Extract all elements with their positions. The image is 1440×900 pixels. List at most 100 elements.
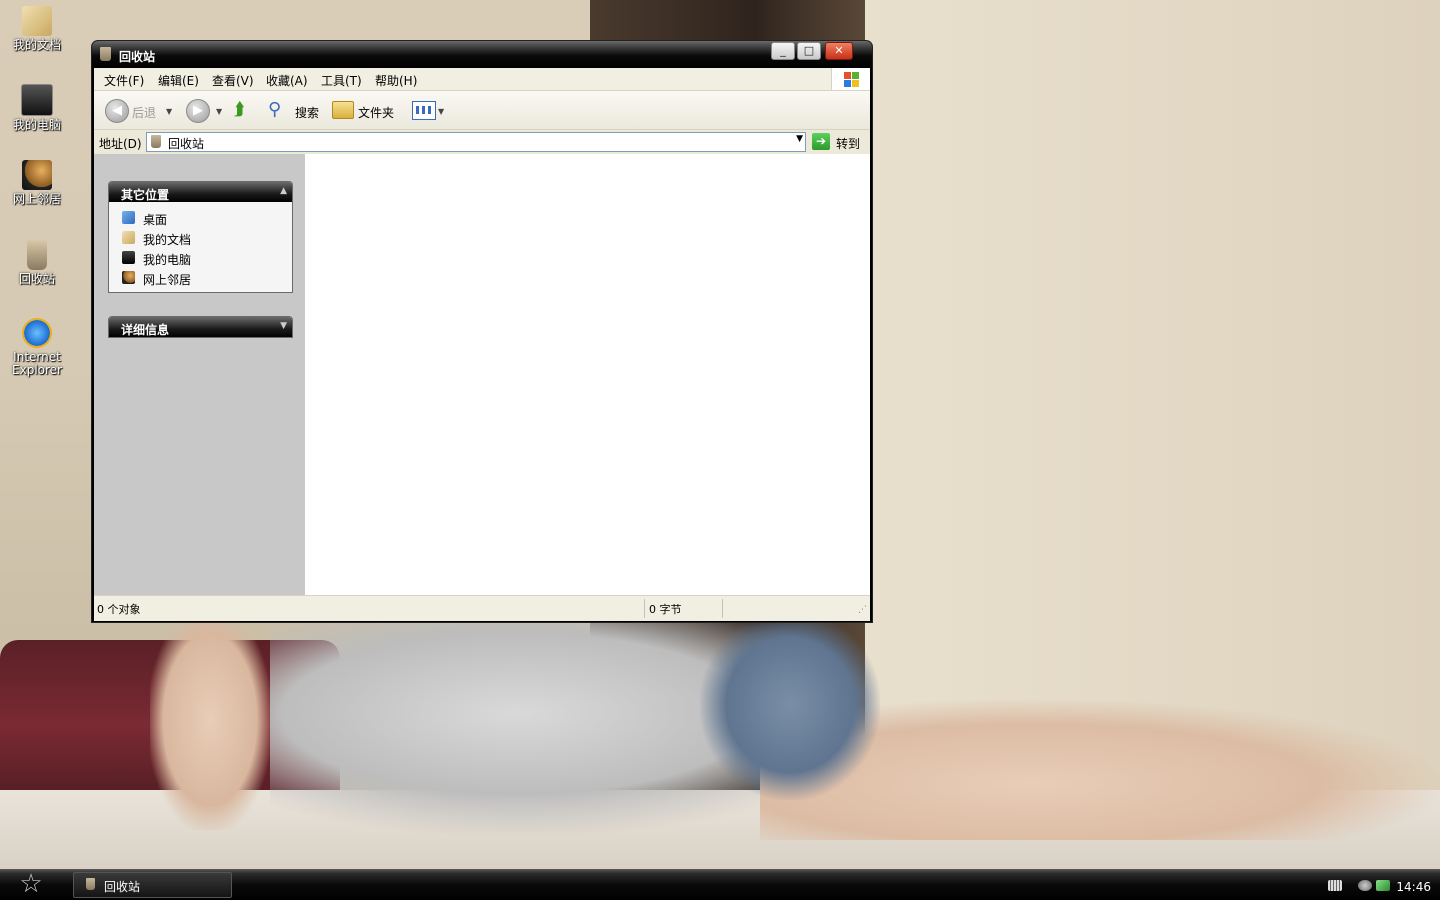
taskbar-button-recycle-bin[interactable]: 回收站 <box>73 872 232 898</box>
back-button[interactable]: ◀ <box>105 99 129 123</box>
desktop-icon-label: 回收站 <box>18 272 55 286</box>
link-my-computer[interactable]: 我的电脑 <box>109 248 292 268</box>
other-places-header[interactable]: 其它位置 ▲ <box>109 182 292 202</box>
recycle-bin-icon <box>27 240 47 270</box>
folder-icon <box>22 6 52 36</box>
desktop-icon-internet-explorer[interactable]: Internet Explorer <box>4 318 70 377</box>
recycle-bin-icon <box>100 47 111 61</box>
desktop-icon-label: 网上邻居 <box>12 192 61 206</box>
recycle-bin-icon <box>151 135 161 148</box>
menu-favorites[interactable]: 收藏(A) <box>266 72 308 89</box>
status-divider <box>722 599 723 618</box>
views-dropdown-icon[interactable]: ▼ <box>438 107 444 116</box>
wallpaper-wall <box>865 0 1440 900</box>
details-panel: 详细信息 ▼ <box>108 316 293 338</box>
chevron-up-icon[interactable]: ▲ <box>280 186 287 196</box>
up-folder-icon[interactable]: ⮭ <box>234 100 254 120</box>
taskbar: ☆ 回收站 14:46 <box>0 869 1440 900</box>
menu-view[interactable]: 查看(V) <box>212 72 254 89</box>
status-divider <box>644 599 645 618</box>
link-label: 网上邻居 <box>143 273 192 287</box>
wallpaper-jeans <box>700 610 880 800</box>
status-size: 0 字节 <box>649 603 682 616</box>
computer-icon <box>21 84 53 116</box>
wallpaper-leg <box>760 700 1440 840</box>
folders-icon <box>332 101 354 119</box>
title-bar[interactable]: 回收站 _ □ ✕ <box>92 41 872 68</box>
desktop-icon-network[interactable]: 网上邻居 <box>4 160 70 206</box>
network-icon <box>122 271 135 284</box>
desktop-icon-recycle-bin[interactable]: 回收站 <box>4 240 70 286</box>
close-button[interactable]: ✕ <box>825 42 853 60</box>
computer-icon <box>122 251 135 264</box>
windows-logo-icon <box>831 68 870 90</box>
desktop-icon-my-computer[interactable]: 我的电脑 <box>4 84 70 132</box>
details-header[interactable]: 详细信息 ▼ <box>109 317 292 337</box>
network-status-icon[interactable] <box>1376 880 1390 891</box>
folders-button[interactable]: 文件夹 <box>358 104 394 121</box>
chevron-down-icon[interactable]: ▼ <box>796 134 803 144</box>
recycle-bin-window: 回收站 _ □ ✕ 文件(F) 编辑(E) 查看(V) 收藏(A) 工具(T) … <box>92 41 872 622</box>
address-label: 地址(D) <box>99 137 142 151</box>
forward-dropdown-icon[interactable]: ▼ <box>216 107 222 116</box>
desktop-icon-label: 我的电脑 <box>12 118 61 132</box>
clock[interactable]: 14:46 <box>1396 880 1431 894</box>
chevron-down-icon[interactable]: ▼ <box>280 321 287 331</box>
keyboard-icon[interactable] <box>1328 880 1342 891</box>
link-my-documents[interactable]: 我的文档 <box>109 228 292 248</box>
address-value: 回收站 <box>168 137 205 151</box>
volume-icon[interactable] <box>1358 880 1372 891</box>
arrow-left-icon: ◀ <box>112 103 122 118</box>
start-button[interactable]: ☆ <box>14 869 48 899</box>
address-input[interactable]: 回收站 ▼ <box>146 132 806 152</box>
minimize-button[interactable]: _ <box>771 42 795 60</box>
taskbar-button-label: 回收站 <box>104 880 141 894</box>
back-label: 后退 <box>132 106 157 120</box>
search-icon[interactable]: ⚲ <box>268 99 290 121</box>
wallpaper-shirt <box>270 610 890 840</box>
address-bar: 地址(D) 回收站 ▼ ➔ 转到 <box>94 130 870 155</box>
go-arrow-icon[interactable]: ➔ <box>812 133 830 150</box>
star-icon: ☆ <box>19 869 43 899</box>
system-tray: 14:46 <box>1320 872 1440 898</box>
wallpaper-headboard <box>0 640 340 810</box>
status-bar: 0 个对象 0 字节 ⋰ <box>94 595 870 621</box>
resize-grip-icon[interactable]: ⋰ <box>858 605 867 615</box>
menu-help[interactable]: 帮助(H) <box>375 72 417 89</box>
search-button[interactable]: 搜索 <box>295 104 319 121</box>
link-desktop[interactable]: 桌面 <box>109 208 292 228</box>
other-places-title: 其它位置 <box>121 188 170 202</box>
other-places-list: 桌面 我的文档 我的电脑 网上邻居 <box>109 202 292 292</box>
arrow-right-icon: ▶ <box>193 103 203 118</box>
desktop-icon-label: 我的文档 <box>12 38 61 52</box>
menu-file[interactable]: 文件(F) <box>104 72 144 89</box>
other-places-panel: 其它位置 ▲ 桌面 我的文档 我的电脑 网上邻居 <box>108 181 293 293</box>
link-label: 桌面 <box>143 213 168 227</box>
forward-button[interactable]: ▶ <box>186 99 210 123</box>
window-frame: 文件(F) 编辑(E) 查看(V) 收藏(A) 工具(T) 帮助(H) ◀ 后退… <box>94 68 870 621</box>
wallpaper-bed <box>0 790 1440 875</box>
wallpaper-arm <box>150 610 270 830</box>
ie-icon <box>22 318 52 348</box>
network-icon <box>22 160 52 190</box>
desktop-icon-my-documents[interactable]: 我的文档 <box>4 6 70 52</box>
folder-icon <box>122 231 135 244</box>
menu-bar: 文件(F) 编辑(E) 查看(V) 收藏(A) 工具(T) 帮助(H) <box>94 68 870 91</box>
back-dropdown-icon[interactable]: ▼ <box>166 107 172 116</box>
link-label: 我的电脑 <box>143 253 192 267</box>
status-object-count: 0 个对象 <box>97 603 141 616</box>
maximize-button[interactable]: □ <box>797 42 821 60</box>
recycle-bin-icon <box>86 878 95 890</box>
task-pane: 其它位置 ▲ 桌面 我的文档 我的电脑 网上邻居 详细信息 ▼ <box>94 154 305 595</box>
menu-edit[interactable]: 编辑(E) <box>158 72 199 89</box>
desktop-icon <box>122 211 135 224</box>
details-title: 详细信息 <box>121 323 170 337</box>
link-label: 我的文档 <box>143 233 192 247</box>
file-list-area[interactable] <box>305 154 870 595</box>
link-network[interactable]: 网上邻居 <box>109 268 292 288</box>
menu-tools[interactable]: 工具(T) <box>321 72 362 89</box>
views-icon[interactable] <box>412 101 436 120</box>
toolbar: ◀ 后退 ▼ ▶ ▼ ⮭ ⚲ 搜索 文件夹 ▼ <box>94 91 870 130</box>
window-title: 回收站 <box>119 50 156 64</box>
go-button[interactable]: 转到 <box>836 135 860 152</box>
